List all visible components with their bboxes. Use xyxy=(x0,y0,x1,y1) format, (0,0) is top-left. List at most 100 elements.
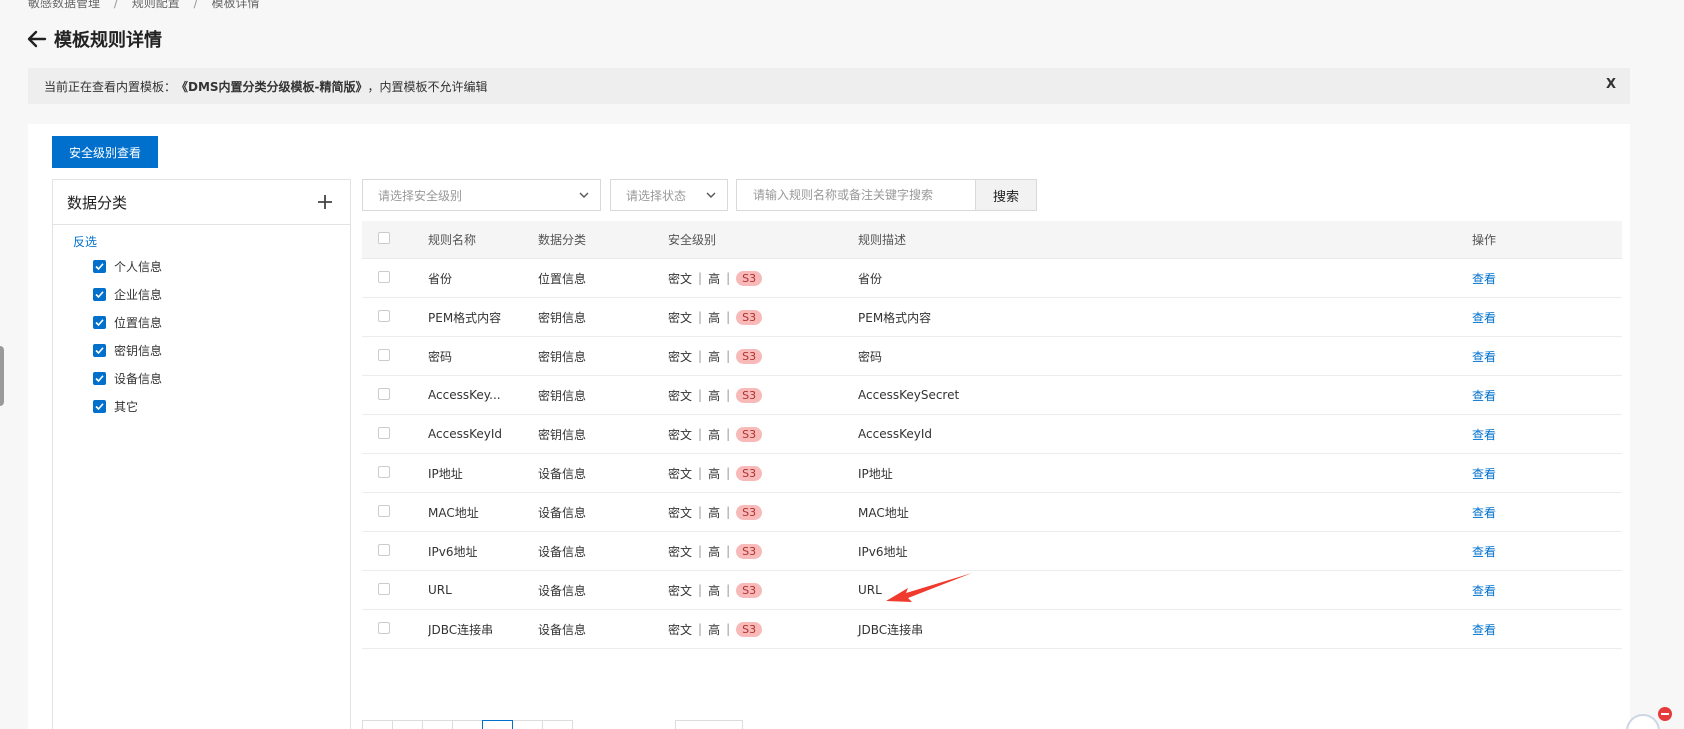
notice-close-button[interactable]: X xyxy=(1606,77,1616,92)
level-sensitivity: 高 xyxy=(708,466,721,481)
level-encryption: 密文 xyxy=(668,388,693,403)
level-encryption: 密文 xyxy=(668,583,693,598)
page-size-select[interactable] xyxy=(675,720,743,729)
view-rule-link[interactable]: 查看 xyxy=(1472,311,1496,325)
description-cell: JDBC连接串 xyxy=(858,622,924,637)
table-row: AccessKeyId 密钥信息 密文 | 高 | S3 AccessKeyId 查看 xyxy=(362,415,1622,454)
view-rule-link[interactable]: 查看 xyxy=(1472,623,1496,637)
filter-bar: 请选择安全级别 请选择状态 搜索 xyxy=(362,179,1622,211)
status-select[interactable]: 请选择状态 xyxy=(610,179,728,211)
view-rule-link[interactable]: 查看 xyxy=(1472,272,1496,286)
level-separator: | xyxy=(698,427,703,441)
add-category-icon[interactable] xyxy=(316,193,334,211)
level-sensitivity: 高 xyxy=(708,349,721,364)
row-checkbox[interactable] xyxy=(378,426,390,439)
level-badge: S3 xyxy=(736,465,763,481)
level-separator: | xyxy=(726,388,731,402)
level-separator: | xyxy=(726,466,731,480)
page-title: 模板规则详情 xyxy=(54,30,162,51)
rule-search-input[interactable] xyxy=(736,179,976,211)
page-button[interactable] xyxy=(422,720,453,729)
view-rule-link[interactable]: 查看 xyxy=(1472,428,1496,442)
category-item[interactable]: 密钥信息 xyxy=(53,336,350,364)
category-label: 位置信息 xyxy=(114,315,163,330)
invert-selection-link[interactable]: 反选 xyxy=(73,233,350,250)
security-level-cell: 密文 | 高 | S3 xyxy=(668,348,858,365)
checkbox-checked-icon[interactable] xyxy=(93,371,106,385)
checkbox-checked-icon[interactable] xyxy=(93,287,106,301)
breadcrumb-item-rule-config[interactable]: 规则配置 xyxy=(132,0,180,10)
row-checkbox[interactable] xyxy=(378,270,390,283)
table-row: IP地址 设备信息 密文 | 高 | S3 IP地址 查看 xyxy=(362,454,1622,493)
row-checkbox[interactable] xyxy=(378,348,390,361)
notice-suffix: ，内置模板不允许编辑 xyxy=(367,79,488,94)
category-item[interactable]: 个人信息 xyxy=(53,252,350,280)
page-next-button[interactable] xyxy=(512,720,543,729)
security-level-select[interactable]: 请选择安全级别 xyxy=(362,179,601,211)
level-separator: | xyxy=(726,271,731,285)
category-label: 个人信息 xyxy=(114,259,163,274)
page-button[interactable] xyxy=(452,720,483,729)
page-button-current[interactable] xyxy=(482,720,513,729)
checkbox-checked-icon[interactable] xyxy=(93,315,106,329)
level-badge: S3 xyxy=(736,309,763,325)
checkbox-checked-icon[interactable] xyxy=(93,259,106,273)
level-badge: S3 xyxy=(736,387,763,403)
level-badge: S3 xyxy=(736,621,763,637)
category-item[interactable]: 位置信息 xyxy=(53,308,350,336)
security-level-placeholder: 请选择安全级别 xyxy=(378,188,463,203)
breadcrumb-separator: / xyxy=(113,0,118,10)
category-label: 设备信息 xyxy=(114,371,163,386)
view-rule-link[interactable]: 查看 xyxy=(1472,506,1496,520)
view-rule-link[interactable]: 查看 xyxy=(1472,389,1496,403)
description-cell: IPv6地址 xyxy=(858,544,908,559)
level-separator: | xyxy=(698,583,703,597)
view-rule-link[interactable]: 查看 xyxy=(1472,545,1496,559)
level-badge: S3 xyxy=(736,348,763,364)
page-prev-button[interactable] xyxy=(392,720,423,729)
rule-name-cell: MAC地址 xyxy=(428,505,479,520)
title-row: 模板规则详情 xyxy=(26,26,162,52)
annotation-arrow-icon xyxy=(886,573,972,602)
rule-name-cell: AccessKey... xyxy=(428,388,501,402)
level-sensitivity: 高 xyxy=(708,310,721,325)
category-item[interactable]: 企业信息 xyxy=(53,280,350,308)
column-header-name: 规则名称 xyxy=(428,233,477,247)
category-cell: 设备信息 xyxy=(538,583,587,598)
row-checkbox[interactable] xyxy=(378,465,390,478)
level-encryption: 密文 xyxy=(668,466,693,481)
description-cell: 省份 xyxy=(858,271,883,286)
category-item[interactable]: 其它 xyxy=(53,392,350,420)
rule-name-cell: AccessKeyId xyxy=(428,427,502,441)
view-rule-link[interactable]: 查看 xyxy=(1472,350,1496,364)
row-checkbox[interactable] xyxy=(378,309,390,322)
help-assistant-button[interactable] xyxy=(1626,714,1660,729)
checkbox-checked-icon[interactable] xyxy=(93,399,106,413)
breadcrumb-item-sensitive-data[interactable]: 敏感数据管理 xyxy=(28,0,100,10)
level-encryption: 密文 xyxy=(668,544,693,559)
back-arrow-icon[interactable] xyxy=(26,28,48,50)
level-badge: S3 xyxy=(736,270,763,286)
category-cell: 设备信息 xyxy=(538,544,587,559)
row-checkbox[interactable] xyxy=(378,543,390,556)
category-list: 个人信息 企业信息 位置信息 密钥信息 设备信息 其它 xyxy=(53,252,350,420)
row-checkbox[interactable] xyxy=(378,387,390,400)
view-rule-link[interactable]: 查看 xyxy=(1472,584,1496,598)
page-first-button[interactable] xyxy=(362,720,393,729)
select-all-checkbox[interactable] xyxy=(378,232,390,244)
view-rule-link[interactable]: 查看 xyxy=(1472,467,1496,481)
rule-name-cell: IP地址 xyxy=(428,466,463,481)
row-checkbox[interactable] xyxy=(378,582,390,595)
search-button[interactable]: 搜索 xyxy=(976,179,1037,211)
security-level-view-button[interactable]: 安全级别查看 xyxy=(52,136,158,168)
category-label: 密钥信息 xyxy=(114,343,163,358)
sidebar-collapse-handle[interactable] xyxy=(0,346,4,406)
table-row: 密码 密钥信息 密文 | 高 | S3 密码 查看 xyxy=(362,337,1622,376)
minimize-badge-icon[interactable] xyxy=(1658,707,1672,721)
row-checkbox[interactable] xyxy=(378,504,390,517)
row-checkbox[interactable] xyxy=(378,621,390,634)
level-badge: S3 xyxy=(736,543,763,559)
category-item[interactable]: 设备信息 xyxy=(53,364,350,392)
checkbox-checked-icon[interactable] xyxy=(93,343,106,357)
page-last-button[interactable] xyxy=(542,720,573,729)
